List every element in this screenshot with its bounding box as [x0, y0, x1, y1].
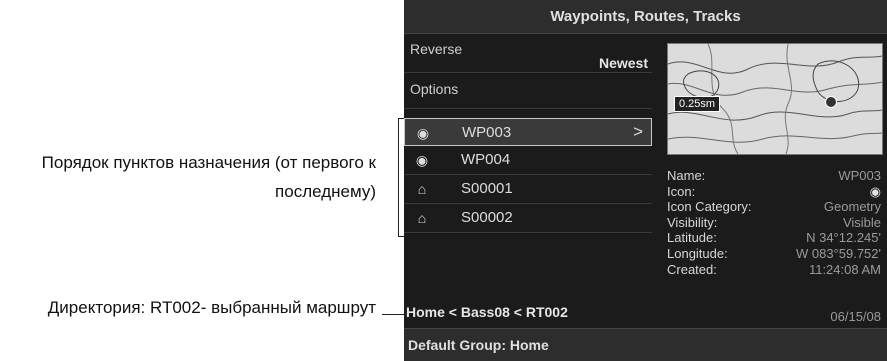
- visibility-value: Visible: [842, 214, 881, 230]
- icon-category-label: Icon Category:: [667, 199, 752, 215]
- options-label: Options: [410, 81, 459, 97]
- icon-category-value: Geometry: [823, 199, 881, 215]
- waypoint-name: WP004: [461, 151, 511, 168]
- waypoint-name: S00001: [461, 180, 513, 197]
- callout-line-1: Порядок пунктов назначения (от первого к: [41, 153, 376, 172]
- screen-title: Waypoints, Routes, Tracks: [404, 0, 887, 34]
- visibility-label: Visibility:: [667, 214, 718, 230]
- options-menu-item[interactable]: Options: [404, 73, 652, 107]
- fish-icon: ◉: [416, 125, 430, 141]
- waypoint-details: Name: WP003 Icon: ◉ Icon Category: Geometry…: [667, 168, 881, 277]
- name-label: Name:: [667, 168, 706, 183]
- device-screen: Waypoints, Routes, Tracks Reverse Newest…: [404, 0, 887, 361]
- breadcrumb: Home < Bass08 < RT002: [406, 304, 568, 320]
- latitude-value: N 34°12.245': [806, 230, 881, 246]
- list-item-s00002[interactable]: ⌂ S00002: [404, 204, 652, 233]
- waypoint-marker-icon: [825, 96, 837, 108]
- directory-callout: Директория: RT002- выбранный маршрут: [47, 298, 376, 317]
- map-scale: 0.25sm: [674, 96, 721, 112]
- status-bar: Default Group: Home: [404, 328, 887, 361]
- created-time: 11:24:08 AM: [808, 261, 881, 277]
- home-icon: ⌂: [417, 181, 427, 197]
- longitude-label: Longitude:: [667, 245, 728, 261]
- list-item-s00001[interactable]: ⌂ S00001: [404, 175, 652, 204]
- chevron-right-icon: >: [633, 122, 643, 141]
- divider: [404, 108, 652, 109]
- created-label: Created:: [667, 261, 717, 277]
- reverse-value: Newest: [598, 55, 648, 71]
- icon-label: Icon:: [667, 183, 696, 199]
- name-value: WP003: [838, 168, 881, 183]
- longitude-value: W 083°59.752': [795, 245, 881, 261]
- list-item-wp004[interactable]: ◉ WP004: [404, 146, 652, 175]
- waypoint-list: ◉ WP003 > ◉ WP004 ⌂ S00001 ⌂ S00002: [404, 118, 652, 233]
- waypoint-name: S00002: [461, 209, 513, 226]
- waypoint-name: WP003: [462, 124, 512, 141]
- default-group-label: Default Group: Home: [408, 337, 549, 353]
- reverse-menu-item[interactable]: Reverse Newest: [404, 39, 652, 71]
- latitude-label: Latitude:: [667, 230, 717, 246]
- reverse-label: Reverse: [410, 41, 463, 57]
- created-date: 06/15/08: [830, 309, 881, 324]
- callout-line-2: последнему): [275, 182, 376, 201]
- waypoint-order-callout: Порядок пунктов назначения (от первого к…: [4, 148, 376, 206]
- home-icon: ⌂: [417, 210, 427, 226]
- fish-icon: ◉: [869, 183, 881, 199]
- map-preview[interactable]: 0.25sm: [667, 43, 883, 155]
- list-item-wp003[interactable]: ◉ WP003 >: [404, 118, 652, 146]
- fish-icon: ◉: [415, 152, 429, 168]
